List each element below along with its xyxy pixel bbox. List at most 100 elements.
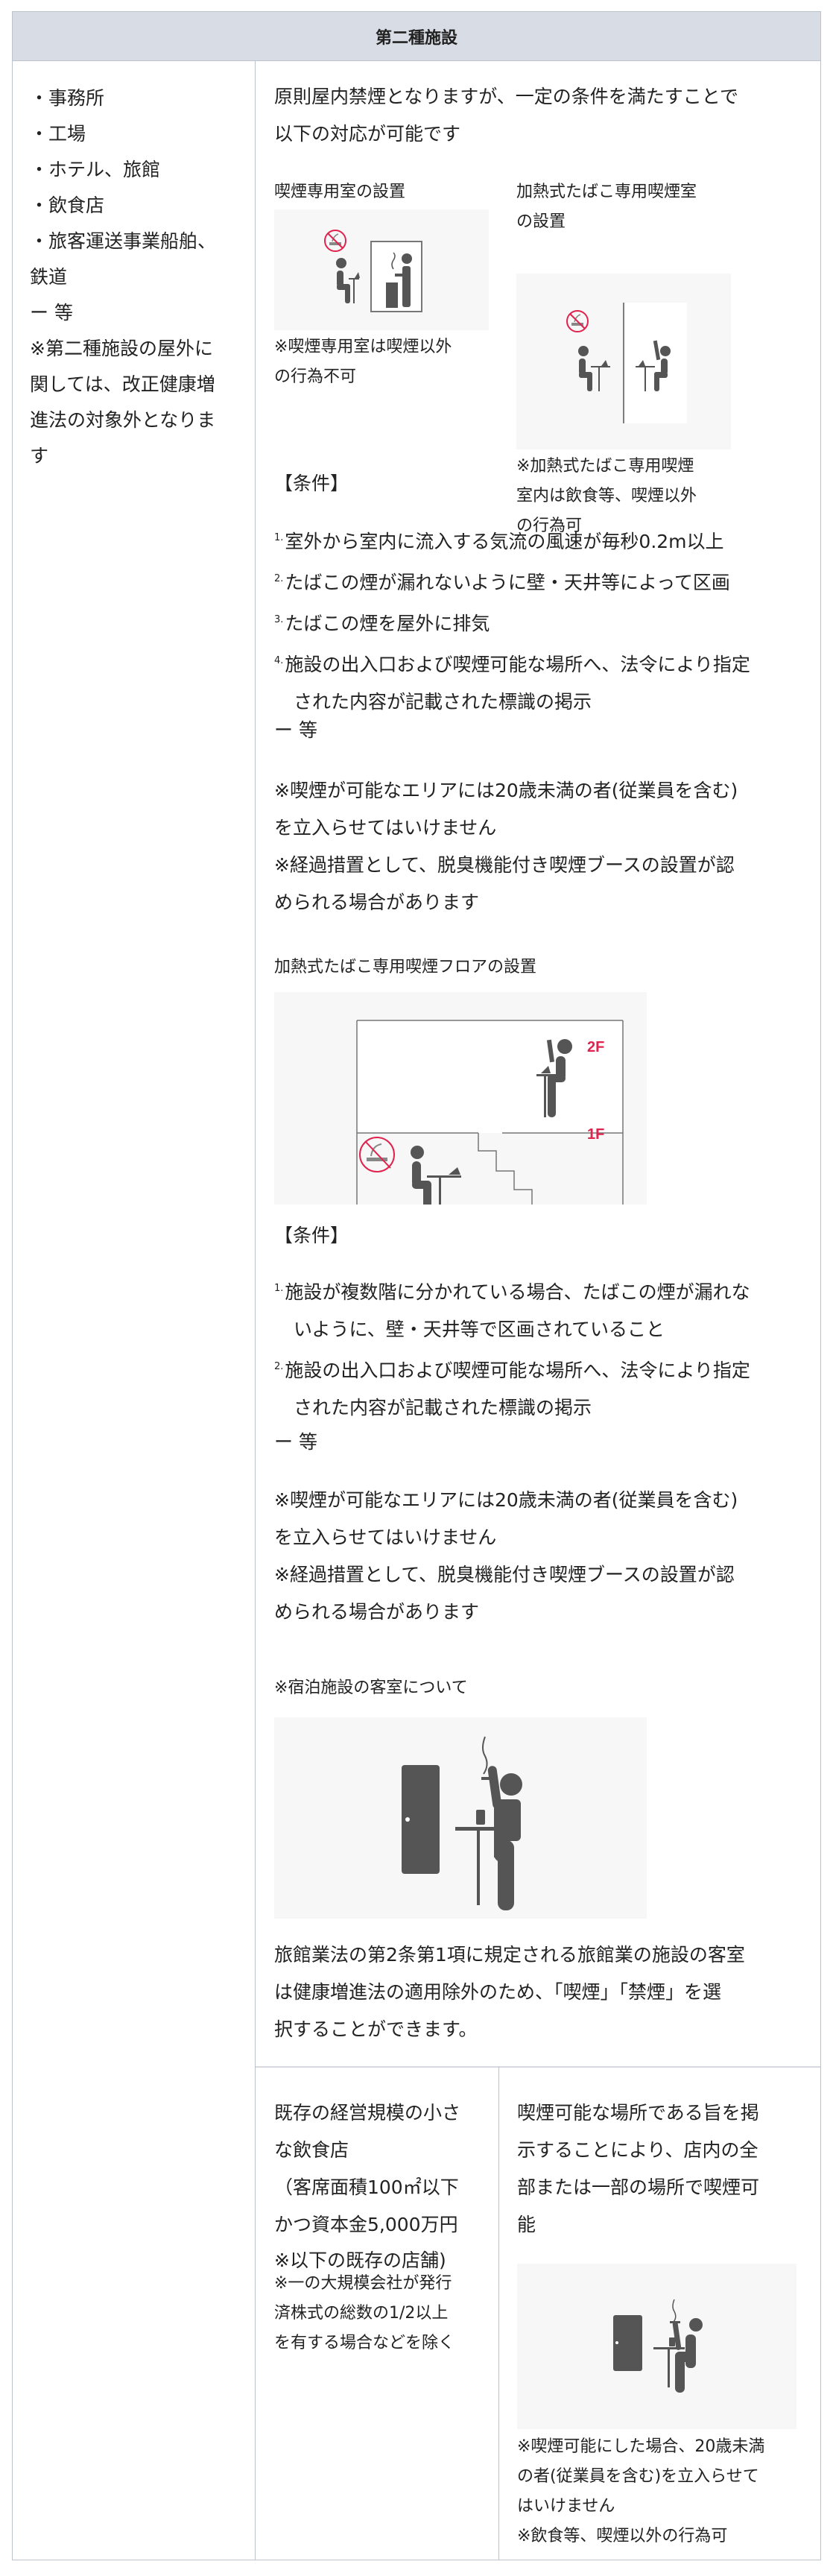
option-title: 喫煙専用室の設置	[274, 183, 406, 201]
option-title: の設置	[516, 212, 566, 231]
conditions-notes: ※喫煙が可能なエリアには20歳未満の者(従業員を含む) を立入らせてはいけません…	[274, 772, 738, 921]
note-line: を立入らせてはいけません	[274, 817, 497, 839]
description-line: かつ資本金5,000万円	[274, 2214, 458, 2235]
row-divider	[256, 2066, 820, 2068]
door-knob	[615, 2341, 618, 2344]
note-line: 室内は飲食等、喫煙以外	[516, 487, 697, 505]
condition-text-continued: された内容が記載された標識の掲示	[294, 691, 592, 713]
smoking-room-icon	[324, 230, 422, 312]
description-line: 既存の経営規模の小さ	[274, 2102, 461, 2124]
note-line: 進法の対象外となりま	[30, 409, 216, 431]
column-divider	[255, 60, 256, 2560]
smoke-icon	[482, 1736, 488, 1775]
lodging-line: 択することができます。	[274, 2018, 478, 2040]
smoking-room-area	[624, 303, 687, 423]
lodging-paragraph: 旅館業法の第2条第1項に規定される旅館業の施設の客室 は健康増進法の適用除外のため…	[274, 1936, 745, 2048]
subcell-divider	[498, 2067, 499, 2560]
no-smoking-icon	[324, 230, 346, 252]
intro-text: 原則屋内禁煙となりますが、一定の条件を満たすことで 以下の対応が可能です	[274, 78, 738, 153]
guest-room-smoking-icon	[402, 1736, 522, 1910]
note-line: ※一の大規模会社が発行	[274, 2274, 452, 2293]
condition-item: 3.たばこの煙を屋外に排気	[274, 602, 750, 643]
condition-item: 1.施設が複数階に分かれている場合、たばこの煙が漏れな	[274, 1270, 750, 1311]
floor-conditions-etc: ー 等	[274, 1431, 317, 1453]
lodging-line: は健康増進法の適用除外のため、「喫煙」「禁煙」を選	[274, 1981, 722, 2003]
list-item: ・飲食店	[30, 195, 105, 216]
condition-item: 2.施設の出入口および喫煙可能な場所へ、法令により指定	[274, 1348, 750, 1389]
description-line: な飲食店	[274, 2139, 349, 2161]
lower-floor-person-icon	[411, 1146, 461, 1222]
condition-number: 1.	[274, 532, 284, 543]
list-item: ・旅客運送事業船舶、	[30, 230, 217, 252]
smoking-allowed-notes: ※喫煙可能にした場合、20歳未満 の者(従業員を含む)を立入らせて はいけません…	[517, 2432, 764, 2551]
seated-smoker-icon	[455, 1766, 522, 1910]
note-line: を立入らせてはいけません	[274, 1527, 497, 1548]
small-restaurant-description: 既存の経営規模の小さ な飲食店 （客席面積100㎡以下 かつ資本金5,000万円…	[274, 2094, 460, 2278]
description-line: （客席面積100㎡以下	[274, 2176, 459, 2198]
smoking-floor-icon: 2F 1F	[356, 1020, 624, 1246]
description-line: 部または一部の場所で喫煙可	[517, 2176, 760, 2198]
description-line: 示することにより、店内の全	[517, 2139, 758, 2161]
condition-number: 3.	[274, 614, 284, 625]
lodging-line: 旅館業法の第2条第1項に規定される旅館業の施設の客室	[274, 1944, 745, 1966]
smoking-floor-image: 2F 1F	[274, 992, 647, 1246]
note-line: の者(従業員を含む)を立入らせて	[517, 2467, 759, 2486]
list-item: ・工場	[30, 123, 86, 145]
floor-conditions-list: 1.施設が複数階に分かれている場合、たばこの煙が漏れな いように、壁・天井等で区…	[274, 1270, 750, 1427]
list-item: ・事務所	[30, 87, 105, 109]
floor-label-2f: 2F	[587, 1039, 604, 1055]
seated-person-icon	[336, 258, 360, 303]
note-line: す	[30, 445, 49, 467]
facility-types-list: ・事務所 ・工場 ・ホテル、旅館 ・飲食店 ・旅客運送事業船舶、 鉄道 ー 等 …	[30, 80, 216, 474]
conditions-list: 1.室外から室内に流入する気流の風速が毎秒0.2m以上 2.たばこの煙が漏れない…	[274, 520, 750, 721]
note-line: められる場合があります	[274, 1601, 480, 1623]
description-line: 能	[517, 2214, 536, 2235]
guest-room-image	[274, 1717, 647, 1919]
note-line: ※飲食等、喫煙以外の行為可	[517, 2527, 728, 2545]
condition-text: 施設の出入口および喫煙可能な場所へ、法令により指定	[285, 1360, 750, 1381]
door-knob	[405, 1817, 410, 1822]
note-line: ※喫煙が可能なエリアには20歳未満の者(従業員を含む)	[274, 780, 738, 801]
note-line: の行為不可	[274, 367, 357, 386]
no-smoking-icon	[566, 310, 589, 332]
note-line: ※喫煙専用室は喫煙以外	[274, 338, 452, 356]
smoking-allowed-icon	[613, 2299, 703, 2393]
condition-text: 施設が複数階に分かれている場合、たばこの煙が漏れな	[285, 1281, 750, 1303]
note-line: ※経過措置として、脱臭機能付き喫煙ブースの設置が認	[274, 854, 735, 876]
staircase	[478, 1133, 586, 1246]
condition-text: たばこの煙を屋外に排気	[285, 613, 490, 634]
conditions-etc: ー 等	[274, 719, 317, 741]
table-header: 第二種施設	[13, 12, 820, 61]
condition-number: 4.	[274, 655, 284, 666]
note-line: はいけません	[517, 2497, 615, 2516]
condition-number: 1.	[274, 1283, 284, 1294]
floor-section-title: 加熱式たばこ専用喫煙フロアの設置	[274, 958, 537, 976]
condition-item: 1.室外から室内に流入する気流の風速が毎秒0.2m以上	[274, 520, 750, 561]
condition-item: 2.たばこの煙が漏れないように壁・天井等によって区画	[274, 561, 750, 602]
condition-text-continued: された内容が記載された標識の掲示	[294, 1397, 592, 1418]
option-heated-tobacco-room-title: 加熱式たばこ専用喫煙室 の設置	[516, 177, 697, 237]
note-line: ※喫煙が可能なエリアには20歳未満の者(従業員を含む)	[274, 1489, 738, 1511]
note-line: 関しては、改正健康増	[30, 373, 215, 395]
upper-floor-area	[357, 1020, 623, 1133]
intro-line: 原則屋内禁煙となりますが、一定の条件を満たすことで	[274, 86, 739, 107]
floor-conditions-heading: 【条件】	[274, 1225, 349, 1246]
lodging-title: ※宿泊施設の客室について	[274, 1679, 468, 1697]
smoking-room-image	[274, 209, 489, 330]
note-line: ※加熱式たばこ専用喫煙	[516, 457, 694, 476]
condition-item: 4.施設の出入口および喫煙可能な場所へ、法令により指定	[274, 643, 750, 684]
floor-label-1f: 1F	[587, 1126, 604, 1143]
description-line: 喫煙可能な場所である旨を掲	[517, 2102, 759, 2124]
option-smoking-room-note: ※喫煙専用室は喫煙以外 の行為不可	[274, 332, 452, 392]
condition-number: 2.	[274, 1361, 284, 1372]
condition-text: 室外から室内に流入する気流の風速が毎秒0.2m以上	[285, 531, 724, 552]
note-line: ※喫煙可能にした場合、20歳未満	[517, 2437, 765, 2456]
option-smoking-room-title: 喫煙専用室の設置	[274, 177, 405, 207]
note-line: を有する場合などを除く	[274, 2334, 455, 2352]
list-item: ー 等	[30, 302, 73, 323]
note-line: 済株式の総数の1/2以上	[274, 2304, 449, 2323]
intro-line: 以下の対応が可能です	[274, 123, 461, 145]
note-line: ※第二種施設の屋外に	[30, 338, 213, 359]
header-title: 第二種施設	[375, 28, 457, 48]
condition-text: たばこの煙が漏れないように壁・天井等によって区画	[285, 572, 730, 593]
